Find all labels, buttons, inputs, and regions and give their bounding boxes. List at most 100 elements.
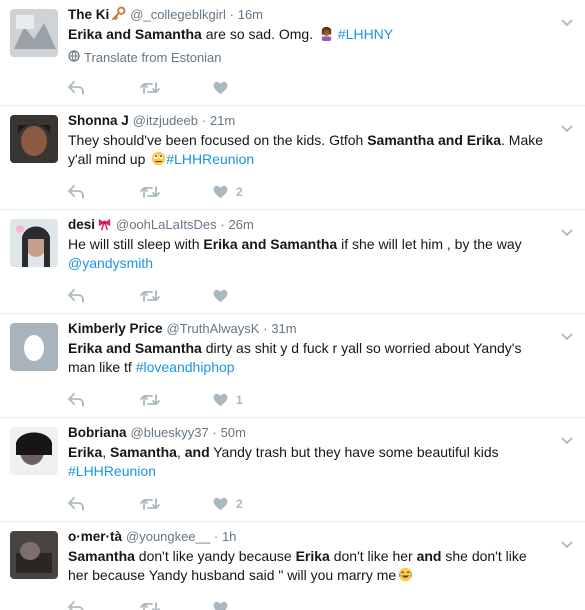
separator-dot: ·	[201, 113, 207, 128]
tweet[interactable]: The Ki @_collegeblkgirl · 16m Erika and S…	[0, 0, 585, 106]
tweet-header: desi @oohLaLaItsDes · 26m	[68, 216, 575, 234]
tweet-text: He will still sleep with Erika and Saman…	[68, 235, 575, 273]
reply-button[interactable]	[68, 81, 140, 95]
avatar[interactable]	[10, 531, 58, 579]
tweet-header: Kimberly Price @TruthAlwaysK · 31m	[68, 320, 575, 338]
chevron-down-icon[interactable]	[561, 536, 573, 554]
chevron-down-icon[interactable]	[561, 120, 573, 138]
separator-dot: ·	[213, 529, 219, 544]
tweet[interactable]: Bobriana @blueskyy37 · 50m Erika, Samanth…	[0, 418, 585, 522]
highlighted-term: Samantha	[110, 444, 177, 460]
tweet[interactable]: Kimberly Price @TruthAlwaysK · 31m Erika …	[0, 314, 585, 418]
display-name[interactable]: Kimberly Price	[68, 321, 163, 336]
retweet-icon	[140, 393, 160, 407]
hashtag-link[interactable]: #LHHReunion	[166, 151, 254, 167]
like-button[interactable]: 2	[213, 497, 293, 511]
tweet[interactable]: Shonna J @itzjudeeb · 21m They should've …	[0, 106, 585, 210]
like-count: 1	[236, 393, 243, 407]
text-segment: Yandy trash but they have some beautiful…	[209, 444, 499, 460]
avatar[interactable]	[10, 323, 58, 371]
translate-link[interactable]: Translate from Estonian	[68, 50, 575, 65]
avatar[interactable]	[10, 9, 58, 57]
avatar[interactable]	[10, 115, 58, 163]
like-button[interactable]	[213, 81, 293, 95]
text-segment: He will still sleep with	[68, 236, 204, 252]
heart-icon	[213, 81, 228, 95]
chevron-down-icon[interactable]	[561, 328, 573, 346]
reply-icon	[68, 81, 84, 95]
timestamp[interactable]: 31m	[271, 321, 296, 336]
avatar[interactable]	[10, 427, 58, 475]
heart-icon	[213, 497, 228, 511]
reply-icon	[68, 497, 84, 511]
retweet-button[interactable]	[140, 81, 213, 95]
reply-button[interactable]	[68, 393, 140, 407]
retweet-button[interactable]	[140, 393, 213, 407]
user-handle[interactable]: @TruthAlwaysK	[167, 321, 260, 336]
key-emoji	[111, 6, 126, 21]
highlighted-term: Erika	[295, 548, 330, 564]
user-handle[interactable]: @youngkee__	[126, 529, 210, 544]
display-name[interactable]: Bobriana	[68, 425, 127, 440]
hashtag-link[interactable]: #LHHReunion	[68, 463, 156, 479]
text-segment: if she will let him , by the way	[337, 236, 522, 252]
retweet-button[interactable]	[140, 497, 213, 511]
hashtag-link[interactable]: #LHHNY	[338, 26, 393, 42]
highlighted-term: Erika and Samantha	[68, 340, 202, 356]
text-segment: ,	[176, 444, 185, 460]
display-name[interactable]: The Ki	[68, 7, 109, 22]
separator-dot: ·	[220, 217, 225, 232]
chevron-down-icon[interactable]	[561, 224, 573, 242]
user-handle[interactable]: @oohLaLaItsDes	[116, 217, 217, 232]
display-name[interactable]: o·mer·tà	[68, 529, 122, 544]
retweet-icon	[140, 185, 160, 199]
avatar[interactable]	[10, 219, 58, 267]
display-name[interactable]: desi	[68, 217, 95, 232]
tweet-actions	[68, 71, 575, 105]
timestamp[interactable]: 50m	[221, 425, 246, 440]
like-count: 2	[236, 497, 243, 511]
chevron-down-icon[interactable]	[561, 432, 573, 450]
hashtag-link[interactable]: #loveandhiphop	[136, 359, 235, 375]
like-button[interactable]	[213, 289, 293, 303]
user-handle[interactable]: @_collegeblkgirl	[130, 7, 226, 22]
tweet-text: They should've been focused on the kids.…	[68, 131, 575, 169]
retweet-button[interactable]	[140, 185, 213, 199]
display-name[interactable]: Shonna J	[68, 113, 129, 128]
text-segment: are so sad. Omg.	[201, 26, 317, 42]
text-segment: don't like her	[329, 548, 417, 564]
reply-button[interactable]	[68, 289, 140, 303]
mention-link[interactable]: @yandysmith	[68, 255, 153, 271]
tweet-feed: The Ki @_collegeblkgirl · 16m Erika and S…	[0, 0, 585, 610]
tweet-header: The Ki @_collegeblkgirl · 16m	[68, 6, 575, 24]
timestamp[interactable]: 16m	[238, 7, 263, 22]
timestamp[interactable]: 1h	[222, 529, 236, 544]
reply-button[interactable]	[68, 601, 140, 610]
highlighted-term: and	[416, 548, 442, 564]
tweet-actions: 2	[68, 487, 575, 521]
reply-button[interactable]	[68, 185, 140, 199]
heart-icon	[213, 289, 228, 303]
tweet[interactable]: desi @oohLaLaItsDes · 26m He will still s…	[0, 210, 585, 314]
heart-icon	[213, 393, 228, 407]
retweet-button[interactable]	[140, 601, 213, 610]
separator-dot: ·	[229, 7, 234, 22]
like-count: 2	[236, 185, 243, 199]
like-button[interactable]: 2	[213, 185, 293, 199]
user-handle[interactable]: @itzjudeeb	[133, 113, 198, 128]
like-button[interactable]: 1	[213, 393, 293, 407]
separator-dot: ·	[212, 425, 217, 440]
text-segment: ,	[102, 444, 111, 460]
highlighted-term: Erika	[68, 444, 103, 460]
user-handle[interactable]: @blueskyy37	[131, 425, 209, 440]
tweet-text: Samantha don't like yandy because Erika …	[68, 547, 575, 585]
timestamp[interactable]: 26m	[229, 217, 254, 232]
heart-icon	[213, 185, 228, 199]
timestamp[interactable]: 21m	[210, 113, 235, 128]
reply-button[interactable]	[68, 497, 140, 511]
tweet[interactable]: o·mer·tà @youngkee__ · 1h Samantha don't …	[0, 522, 585, 610]
retweet-button[interactable]	[140, 289, 213, 303]
chevron-down-icon[interactable]	[561, 14, 573, 32]
text-segment: don't like yandy because	[134, 548, 296, 564]
like-button[interactable]	[213, 601, 293, 610]
